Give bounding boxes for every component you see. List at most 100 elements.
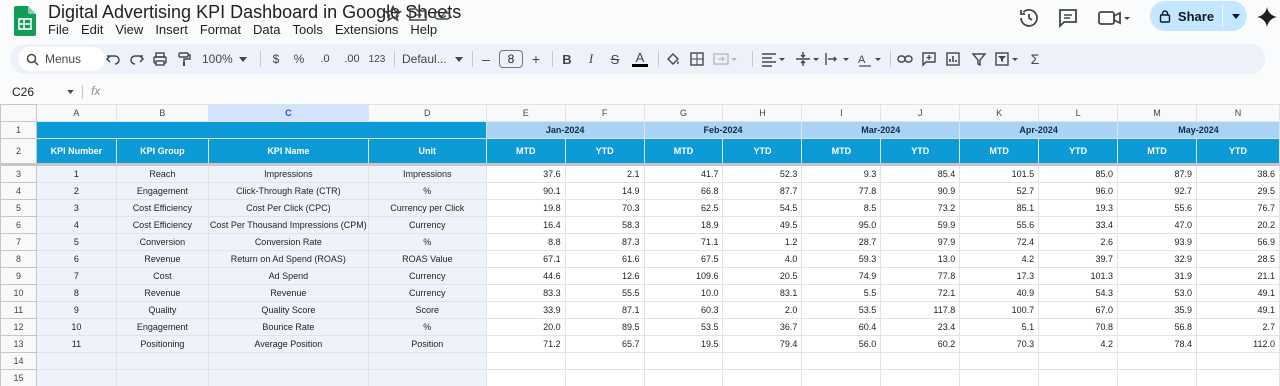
filter-views-button[interactable] xyxy=(992,44,1022,74)
column-title[interactable]: KPI Number xyxy=(35,138,117,166)
bold-button[interactable]: B xyxy=(558,44,576,74)
value-cell[interactable]: 58.3 xyxy=(564,216,645,234)
row-header[interactable]: 4 xyxy=(0,182,37,200)
month-header[interactable]: Mar-2024 xyxy=(801,121,961,139)
decrease-decimal-button[interactable]: .0 xyxy=(313,44,337,74)
print-button[interactable] xyxy=(151,44,169,74)
value-cell[interactable]: 44.6 xyxy=(485,267,566,285)
value-cell[interactable]: 52.7 xyxy=(959,182,1040,200)
kpi-name-cell[interactable]: Ad Spend xyxy=(207,267,369,285)
empty-cell[interactable] xyxy=(564,369,645,386)
value-cell[interactable]: 4.2 xyxy=(1038,335,1119,353)
kpi-name-cell[interactable]: Return on Ad Spend (ROAS) xyxy=(207,250,369,268)
value-cell[interactable]: 87.7 xyxy=(722,182,803,200)
share-dropdown-button[interactable] xyxy=(1224,1,1247,31)
column-header-n[interactable]: N xyxy=(1195,104,1280,122)
value-cell[interactable]: 92.7 xyxy=(1117,182,1197,200)
filter-button[interactable] xyxy=(970,44,988,74)
kpi-unit-cell[interactable]: Currency xyxy=(367,216,487,234)
kpi-num-cell[interactable]: 5 xyxy=(35,233,117,251)
kpi-group-cell[interactable]: Reach xyxy=(115,164,209,183)
value-cell[interactable]: 20.0 xyxy=(485,318,566,336)
value-cell[interactable]: 67.0 xyxy=(1038,301,1119,319)
value-cell[interactable]: 67.1 xyxy=(485,250,566,268)
empty-cell[interactable] xyxy=(115,352,209,370)
value-cell[interactable]: 90.1 xyxy=(485,182,566,200)
value-cell[interactable]: 72.4 xyxy=(959,233,1040,251)
kpi-group-cell[interactable]: Positioning xyxy=(115,335,209,353)
kpi-group-cell[interactable]: Cost xyxy=(115,267,209,285)
kpi-unit-cell[interactable]: % xyxy=(367,318,487,336)
empty-cell[interactable] xyxy=(722,352,803,370)
gemini-sparkle-icon[interactable] xyxy=(1256,6,1278,28)
font-select[interactable]: Defaul... xyxy=(402,44,466,74)
value-cell[interactable]: 74.9 xyxy=(801,267,882,285)
row-header[interactable]: 3 xyxy=(0,164,37,183)
column-header-i[interactable]: I xyxy=(801,104,882,122)
search-menus-pill[interactable]: Menus xyxy=(18,47,105,71)
column-header-m[interactable]: M xyxy=(1117,104,1197,122)
menu-file[interactable]: File xyxy=(48,22,75,38)
empty-cell[interactable] xyxy=(1038,369,1119,386)
value-cell[interactable]: 62.5 xyxy=(643,199,724,217)
kpi-group-cell[interactable]: Cost Efficiency xyxy=(115,199,209,217)
kpi-name-cell[interactable]: Quality Score xyxy=(207,301,369,319)
font-size-input[interactable]: 8 xyxy=(499,50,523,68)
paint-format-button[interactable] xyxy=(175,44,193,74)
row-header[interactable]: 12 xyxy=(0,318,37,336)
kpi-num-cell[interactable]: 8 xyxy=(35,284,117,302)
kpi-name-cell[interactable]: Conversion Rate xyxy=(207,233,369,251)
kpi-name-cell[interactable]: Bounce Rate xyxy=(207,318,369,336)
value-cell[interactable]: 18.9 xyxy=(643,216,724,234)
value-cell[interactable]: 55.6 xyxy=(959,216,1040,234)
menu-insert[interactable]: Insert xyxy=(149,22,194,38)
insert-chart-button[interactable] xyxy=(944,44,962,74)
period-header[interactable]: YTD xyxy=(1195,138,1280,166)
empty-cell[interactable] xyxy=(722,369,803,386)
value-cell[interactable]: 23.4 xyxy=(880,318,961,336)
value-cell[interactable]: 21.1 xyxy=(1195,267,1280,285)
column-header-g[interactable]: G xyxy=(643,104,724,122)
kpi-unit-cell[interactable]: Score xyxy=(367,301,487,319)
value-cell[interactable]: 10.0 xyxy=(643,284,724,302)
column-header-k[interactable]: K xyxy=(959,104,1040,122)
value-cell[interactable]: 40.9 xyxy=(959,284,1040,302)
value-cell[interactable]: 83.1 xyxy=(722,284,803,302)
value-cell[interactable]: 5.5 xyxy=(801,284,882,302)
borders-button[interactable] xyxy=(688,44,706,74)
empty-cell[interactable] xyxy=(959,369,1040,386)
empty-cell[interactable] xyxy=(643,369,724,386)
value-cell[interactable]: 53.5 xyxy=(643,318,724,336)
value-cell[interactable]: 54.5 xyxy=(722,199,803,217)
period-header[interactable]: MTD xyxy=(643,138,724,166)
text-rotation-button[interactable]: A xyxy=(854,44,884,74)
column-header-b[interactable]: B xyxy=(115,104,209,122)
value-cell[interactable]: 9.3 xyxy=(801,164,882,183)
row-header[interactable]: 9 xyxy=(0,267,37,285)
value-cell[interactable]: 31.9 xyxy=(1117,267,1197,285)
value-cell[interactable]: 60.2 xyxy=(880,335,961,353)
empty-cell[interactable] xyxy=(801,352,882,370)
column-header-e[interactable]: E xyxy=(485,104,566,122)
increase-font-size-button[interactable]: + xyxy=(528,44,544,74)
value-cell[interactable]: 70.8 xyxy=(1038,318,1119,336)
row-header[interactable]: 8 xyxy=(0,250,37,268)
menu-help[interactable]: Help xyxy=(404,22,443,38)
empty-cell[interactable] xyxy=(367,369,487,386)
period-header[interactable]: YTD xyxy=(1038,138,1119,166)
vertical-align-button[interactable] xyxy=(792,44,822,74)
value-cell[interactable]: 37.6 xyxy=(485,164,566,183)
value-cell[interactable]: 55.6 xyxy=(1117,199,1197,217)
value-cell[interactable]: 4.2 xyxy=(959,250,1040,268)
kpi-num-cell[interactable]: 7 xyxy=(35,267,117,285)
value-cell[interactable]: 95.0 xyxy=(801,216,882,234)
value-cell[interactable]: 61.6 xyxy=(564,250,645,268)
kpi-unit-cell[interactable]: % xyxy=(367,233,487,251)
value-cell[interactable]: 20.2 xyxy=(1195,216,1280,234)
menu-edit[interactable]: Edit xyxy=(75,22,109,38)
kpi-unit-cell[interactable]: ROAS Value xyxy=(367,250,487,268)
empty-cell[interactable] xyxy=(880,369,961,386)
row-header[interactable]: 10 xyxy=(0,284,37,302)
kpi-unit-cell[interactable]: % xyxy=(367,182,487,200)
value-cell[interactable]: 38.6 xyxy=(1195,164,1280,183)
